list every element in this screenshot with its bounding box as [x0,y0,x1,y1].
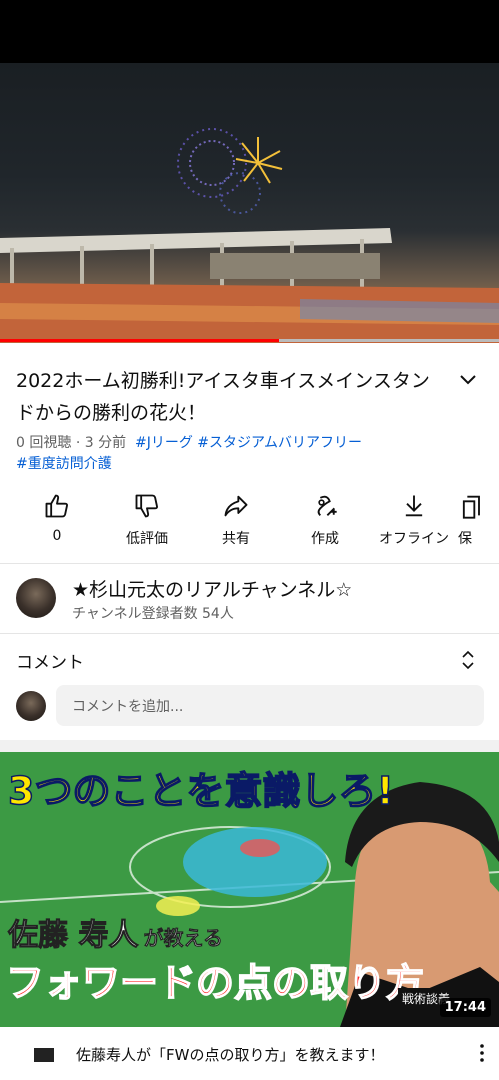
channel-name: ★杉山元太のリアルチャンネル☆ [72,579,353,601]
save-label: 保 [458,531,472,547]
save-icon [462,495,480,519]
next-channel-avatar[interactable] [34,1048,54,1062]
user-avatar [16,691,46,721]
like-count: 0 [52,528,62,544]
thumbnail-name-b: が教える [143,926,223,951]
create-button[interactable]: 作成 [280,492,370,548]
thumb-down-icon [135,494,158,518]
hashtag-link[interactable]: #Jリーグ [135,435,193,451]
video-duration: 17:44 [439,998,491,1017]
save-button[interactable]: 保 [458,492,499,548]
share-button[interactable]: 共有 [191,492,281,548]
section-gap [0,740,499,752]
fireworks [177,128,283,214]
upload-age: 3 分前 [84,435,127,451]
channel-avatar[interactable] [16,578,56,618]
thumbnail-headline: 3つのことを意識しろ! [7,768,394,814]
share-icon [224,495,248,517]
share-label: 共有 [222,531,250,547]
meta-separator: · [75,435,81,451]
video-title-row[interactable]: 2022ホーム初勝利!アイスタ車イスメインスタンドからの勝利の花火！ [16,365,486,429]
video-meta: 0 回視聴 · 3 分前 #Jリーグ #スタジアムバリアフリー #重度訪問介護 [16,433,486,475]
thumbnail-name-a: 佐藤 寿人 [7,918,139,954]
dislike-button[interactable]: 低評価 [102,492,192,548]
view-count: 0 回視聴 [16,435,72,451]
progress-fill [0,339,280,342]
video-frame [0,128,499,343]
comments-heading[interactable]: コメント [16,648,84,673]
expand-collapse-icon[interactable] [456,647,480,673]
next-video-title[interactable]: 佐藤寿人が「FWの点の取り方」を教えます！ [76,1044,384,1065]
hashtag-link[interactable]: #重度訪問介護 [16,456,112,472]
divider [0,633,499,634]
download-icon [405,495,423,517]
video-title: 2022ホーム初勝利!アイスタ車イスメインスタンドからの勝利の花火！ [16,370,430,424]
comment-input[interactable]: コメントを追加... [56,685,484,726]
remix-icon [317,495,337,516]
hashtag-link[interactable]: #スタジアムバリアフリー [197,435,362,451]
video-progress-bar[interactable] [0,339,499,342]
chevron-down-icon[interactable] [456,367,480,391]
channel-row[interactable]: ★杉山元太のリアルチャンネル☆ チャンネル登録者数 54人 [0,565,499,633]
thumbnail-name: 佐藤 寿人 が教える [7,910,223,954]
download-label: オフライン [379,531,449,547]
like-button[interactable]: 0 [12,492,102,544]
video-player[interactable] [0,63,499,343]
create-label: 作成 [311,531,339,547]
more-options-icon[interactable] [476,1042,488,1064]
divider [0,563,499,564]
status-bar [0,0,499,63]
action-bar: 0 低評価 共有 作成 オフライン 保 [0,492,499,552]
thumbnail-big-text: フォワードの点の取り方 [5,960,425,1006]
dislike-label: 低評価 [126,531,168,547]
thumb-up-icon [45,494,68,518]
download-button[interactable]: オフライン [369,492,459,548]
stadium-roof [0,228,392,253]
subscriber-count: チャンネル登録者数 54人 [72,606,234,622]
next-video-thumbnail[interactable]: 3つのことを意識しろ! 佐藤 寿人 が教える フォワードの点の取り方 戦術談義 [0,752,499,1027]
